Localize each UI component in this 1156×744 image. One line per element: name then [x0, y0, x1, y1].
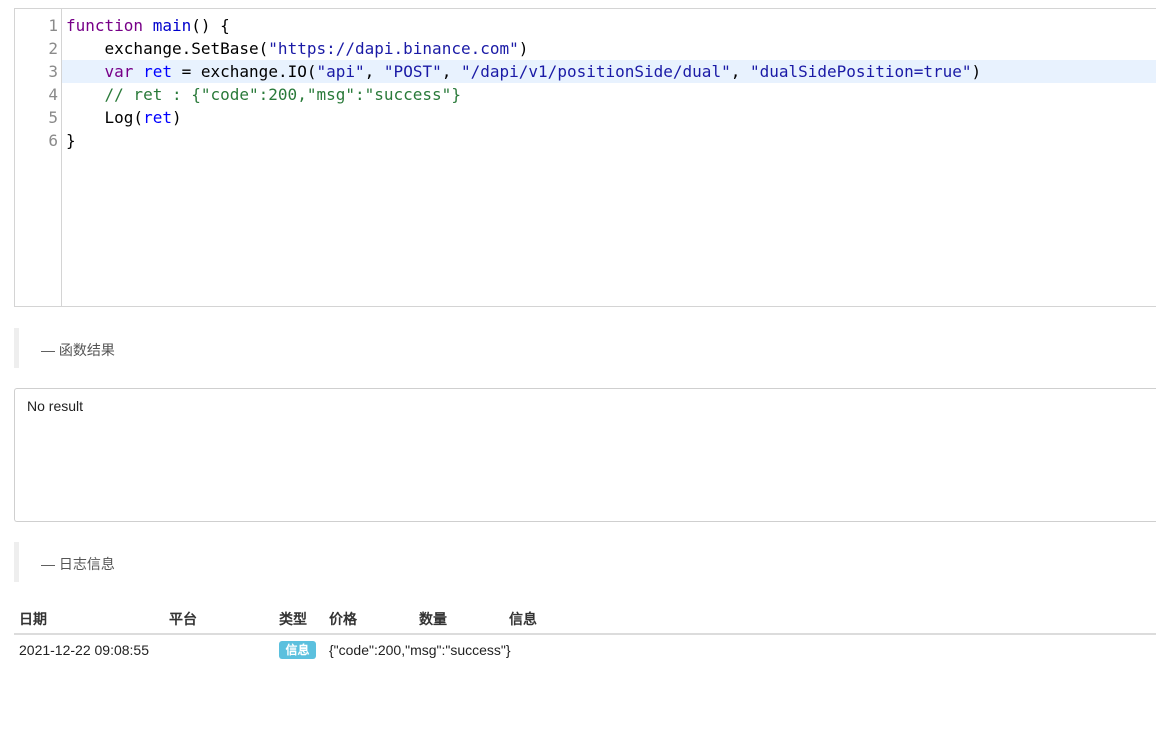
row-date: 2021-12-22 09:08:55 — [19, 642, 149, 658]
col-price: 价格 — [329, 611, 357, 627]
col-date: 日期 — [19, 611, 47, 627]
result-box: No result — [14, 388, 1156, 522]
table-row: 2021-12-22 09:08:55 信息 {"code":200,"msg"… — [14, 634, 1156, 666]
code-line-1[interactable]: 1 function main() { — [15, 14, 1156, 37]
log-info-header: — 日志信息 — [14, 542, 1156, 582]
log-table-header: 日期 平台 类型 价格 数量 信息 — [14, 600, 1156, 635]
code-text[interactable]: exchange.SetBase("https://dapi.binance.c… — [66, 37, 529, 60]
type-badge: 信息 — [279, 641, 316, 659]
line-number: 4 — [48, 85, 58, 104]
row-info: {"code":200,"msg":"success"} — [329, 642, 511, 658]
line-number: 1 — [48, 16, 58, 35]
col-platform: 平台 — [169, 611, 197, 627]
line-number: 3 — [48, 62, 58, 81]
section-title: — 日志信息 — [41, 556, 115, 572]
line-number: 2 — [48, 39, 58, 58]
col-quantity: 数量 — [419, 611, 447, 627]
code-text[interactable]: } — [66, 129, 76, 152]
line-number: 5 — [48, 108, 58, 127]
code-comment[interactable]: // ret : {"code":200,"msg":"success"} — [66, 83, 461, 106]
code-text[interactable]: var ret = exchange.IO("api", "POST", "/d… — [66, 60, 982, 83]
code-line-3[interactable]: 3 var ret = exchange.IO("api", "POST", "… — [15, 60, 1156, 83]
code-line-4[interactable]: 4 // ret : {"code":200,"msg":"success"} — [15, 83, 1156, 106]
code-line-6[interactable]: 6 } — [15, 129, 1156, 152]
code-line-2[interactable]: 2 exchange.SetBase("https://dapi.binance… — [15, 37, 1156, 60]
code-editor[interactable]: 1 function main() { 2 exchange.SetBase("… — [14, 8, 1156, 307]
code-text[interactable]: Log(ret) — [66, 106, 182, 129]
code-line-5[interactable]: 5 Log(ret) — [15, 106, 1156, 129]
result-text: No result — [27, 398, 84, 414]
section-title: — 函数结果 — [41, 342, 115, 358]
col-info: 信息 — [509, 611, 537, 627]
col-type: 类型 — [279, 611, 307, 627]
line-number: 6 — [48, 131, 58, 150]
code-text[interactable]: function main() { — [66, 14, 230, 37]
function-result-header: — 函数结果 — [14, 328, 1156, 368]
